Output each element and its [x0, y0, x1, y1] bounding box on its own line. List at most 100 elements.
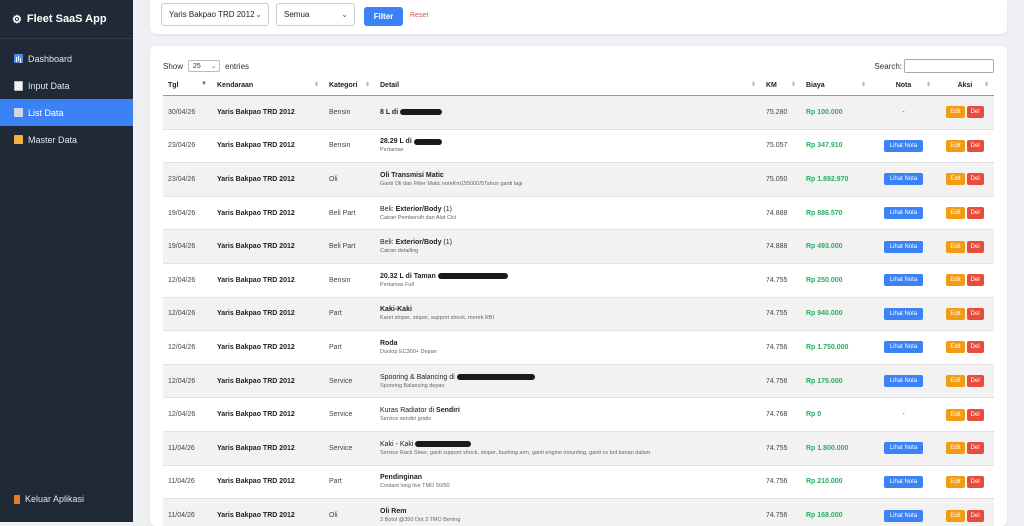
entries-select[interactable]: 25 ⌄ — [188, 60, 220, 72]
filter-button[interactable]: Filter — [364, 7, 403, 26]
category-select[interactable]: Semua ⌄ — [276, 3, 355, 26]
cell-cost: Rp 347.910 — [801, 129, 871, 163]
cell-date: 23/04/26 — [163, 129, 212, 163]
edit-button[interactable]: Edit — [946, 173, 964, 185]
view-receipt-button[interactable]: Lihat Nota — [884, 207, 923, 219]
col-header-aksi[interactable]: Aksi⬍ — [936, 76, 994, 96]
edit-button[interactable]: Edit — [946, 510, 964, 522]
cell-km: 74.888 — [761, 230, 801, 264]
detail-main: Oli Rem — [380, 508, 756, 515]
delete-button[interactable]: Del — [967, 241, 984, 253]
view-receipt-button[interactable]: Lihat Nota — [884, 274, 923, 286]
cell-detail: Spooring & Balancing di Spooring Balanci… — [375, 364, 761, 398]
vehicle-select[interactable]: Yaris Bakpao TRD 2012 ⌄ — [161, 3, 269, 26]
detail-sub: Coolant long live TMO 50/50 — [380, 483, 756, 489]
view-receipt-button[interactable]: Lihat Nota — [884, 140, 923, 152]
logout-button[interactable]: Keluar Aplikasi — [0, 489, 147, 509]
cell-detail: Beli: Exterior/Body (1)Cairan detailing — [375, 230, 761, 264]
cell-date: 19/04/26 — [163, 196, 212, 230]
edit-button[interactable]: Edit — [946, 341, 964, 353]
cell-nota: Lihat Nota — [871, 129, 936, 163]
delete-button[interactable]: Del — [967, 140, 984, 152]
reset-link[interactable]: Reset — [410, 12, 428, 19]
sidebar-item-dashboard[interactable]: Dashboard — [0, 45, 133, 72]
cell-category: Part — [324, 465, 375, 499]
sort-icon: ⬍ — [791, 81, 796, 88]
cell-vehicle: Yaris Bakpao TRD 2012 — [212, 465, 324, 499]
delete-button[interactable]: Del — [967, 274, 984, 286]
delete-button[interactable]: Del — [967, 409, 984, 421]
cell-vehicle: Yaris Bakpao TRD 2012 — [212, 129, 324, 163]
delete-button[interactable]: Del — [967, 308, 984, 320]
app-brand[interactable]: ⚙ Fleet SaaS App — [0, 0, 133, 39]
col-header-kendaraan[interactable]: Kendaraan⬍ — [212, 76, 324, 96]
detail-prefix: Kuras Radiator di — [380, 407, 436, 414]
detail-prefix: Beli: — [380, 239, 396, 246]
table-row: 12/04/26Yaris Bakpao TRD 2012PartRodaDun… — [163, 331, 994, 365]
cell-actions: EditDel — [936, 163, 994, 197]
edit-button[interactable]: Edit — [946, 140, 964, 152]
detail-main: Spooring & Balancing di — [380, 374, 756, 381]
edit-button[interactable]: Edit — [946, 442, 964, 454]
view-receipt-button[interactable]: Lihat Nota — [884, 341, 923, 353]
sidebar-item-input-data[interactable]: Input Data — [0, 72, 133, 99]
table-row: 12/04/26Yaris Bakpao TRD 2012ServiceKura… — [163, 398, 994, 432]
edit-button[interactable]: Edit — [946, 106, 964, 118]
col-header-km[interactable]: KM⬍ — [761, 76, 801, 96]
cell-category: Bensin — [324, 129, 375, 163]
edit-button[interactable]: Edit — [946, 308, 964, 320]
redaction-mark — [415, 441, 471, 447]
table-row: 11/04/26Yaris Bakpao TRD 2012PartPending… — [163, 465, 994, 499]
detail-main: Kaki - Kaki — [380, 441, 756, 448]
col-header-kategori[interactable]: Kategori⬍ — [324, 76, 375, 96]
cell-category: Part — [324, 331, 375, 365]
view-receipt-button[interactable]: Lihat Nota — [884, 510, 923, 522]
cell-detail: RodaDunlop EC300+ Depan — [375, 331, 761, 365]
cell-km: 74.755 — [761, 297, 801, 331]
search-input[interactable] — [904, 59, 994, 73]
detail-bold: Sendiri — [436, 407, 460, 414]
cell-vehicle: Yaris Bakpao TRD 2012 — [212, 163, 324, 197]
cell-detail: Pendinginan Coolant long live TMO 50/50 — [375, 465, 761, 499]
col-header-detail[interactable]: Detail⬍ — [375, 76, 761, 96]
view-receipt-button[interactable]: Lihat Nota — [884, 308, 923, 320]
cell-vehicle: Yaris Bakpao TRD 2012 — [212, 364, 324, 398]
detail-bold: 8 L di — [380, 109, 398, 116]
delete-button[interactable]: Del — [967, 341, 984, 353]
delete-button[interactable]: Del — [967, 106, 984, 118]
view-receipt-button[interactable]: Lihat Nota — [884, 375, 923, 387]
edit-button[interactable]: Edit — [946, 207, 964, 219]
cell-cost: Rp 493.000 — [801, 230, 871, 264]
sidebar-item-master-data[interactable]: Master Data — [0, 126, 133, 153]
delete-button[interactable]: Del — [967, 442, 984, 454]
edit-button[interactable]: Edit — [946, 476, 964, 488]
col-header-tgl[interactable]: Tgl▼ — [163, 76, 212, 96]
detail-main: Pendinginan — [380, 474, 756, 481]
cell-actions: EditDel — [936, 96, 994, 130]
col-header-nota[interactable]: Nota⬍ — [871, 76, 936, 96]
delete-button[interactable]: Del — [967, 510, 984, 522]
detail-main: Kuras Radiator di Sendiri — [380, 407, 756, 414]
delete-button[interactable]: Del — [967, 173, 984, 185]
sidebar-item-list-data[interactable]: List Data — [0, 99, 133, 126]
logout-label: Keluar Aplikasi — [25, 494, 84, 504]
col-header-biaya[interactable]: Biaya⬍ — [801, 76, 871, 96]
delete-button[interactable]: Del — [967, 375, 984, 387]
edit-button[interactable]: Edit — [946, 274, 964, 286]
view-receipt-button[interactable]: Lihat Nota — [884, 173, 923, 185]
cell-vehicle: Yaris Bakpao TRD 2012 — [212, 230, 324, 264]
cell-nota: Lihat Nota — [871, 364, 936, 398]
edit-button[interactable]: Edit — [946, 375, 964, 387]
gear-icon: ⚙ — [12, 13, 22, 26]
edit-button[interactable]: Edit — [946, 241, 964, 253]
redaction-mark — [400, 109, 442, 115]
redaction-mark — [438, 273, 508, 279]
delete-button[interactable]: Del — [967, 207, 984, 219]
view-receipt-button[interactable]: Lihat Nota — [884, 476, 923, 488]
edit-button[interactable]: Edit — [946, 409, 964, 421]
delete-button[interactable]: Del — [967, 476, 984, 488]
view-receipt-button[interactable]: Lihat Nota — [884, 241, 923, 253]
cell-detail: 20.32 L di Taman Pertamax Full — [375, 263, 761, 297]
cell-category: Bensin — [324, 263, 375, 297]
view-receipt-button[interactable]: Lihat Nota — [884, 442, 923, 454]
